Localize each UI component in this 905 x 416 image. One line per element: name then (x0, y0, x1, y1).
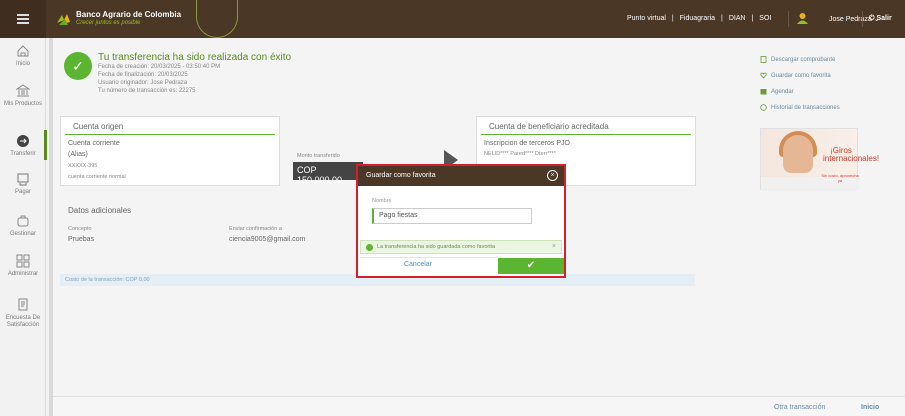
nav-link-punto-virtual[interactable]: Punto virtual (627, 15, 666, 22)
save-favorite-dialog: Guardar como favorita × Nombre Pago fies… (356, 164, 566, 278)
originator: Usuario originador: Jose Pedraza (98, 80, 188, 86)
heart-icon (760, 72, 767, 79)
home-link[interactable]: Inicio (861, 404, 879, 411)
sidebar-item-gestionar[interactable]: Gestionar (0, 214, 46, 238)
origin-account-type: Cuenta corriente (68, 140, 120, 147)
download-receipt-link[interactable]: Descargar comprobante (760, 56, 835, 63)
sidebar-item-pagar[interactable]: Pagar (0, 172, 46, 196)
sidebar-item-transferir[interactable]: Transferir (0, 134, 46, 158)
divider (788, 11, 789, 27)
admin-icon (16, 254, 30, 268)
nav-separator: | (751, 15, 754, 22)
promo-title: ¡Giros internacionales! (823, 146, 880, 163)
origin-description: cuenta corriente normal (68, 174, 126, 180)
created-date: Fecha de creación: 20/03/2025 - 03:50:40… (98, 64, 221, 70)
sidebar-item-mis-productos[interactable]: Mis Productos (0, 84, 46, 108)
calendar-icon (760, 89, 767, 95)
dialog-header: Guardar como favorita × (358, 166, 564, 186)
link-label: Historial de transacciones (771, 105, 840, 112)
save-favorite-link[interactable]: Guardar como favorita (760, 72, 831, 79)
divider (862, 11, 863, 27)
sidebar-item-label: Mis Productos (3, 101, 42, 107)
home-icon (17, 45, 29, 57)
confirm-label: Enviar confirmación a (229, 226, 282, 232)
transaction-number: Tu número de transacción es: 22275 (98, 88, 196, 94)
concept-label: Concepto (68, 226, 92, 232)
pay-icon (17, 173, 29, 186)
power-icon: ⏻ (869, 15, 875, 22)
beneficiary-line1: Inscripcion de terceros PJO (484, 140, 570, 147)
sidebar-item-label: Pagar (14, 189, 31, 195)
origin-alias: (Alias) (68, 151, 88, 158)
concept-value: Pruebas (68, 236, 95, 243)
check-circle-icon (366, 244, 373, 251)
name-label: Nombre (372, 198, 392, 204)
link-label: Guardar como favorita (771, 73, 831, 80)
beneficiary-title: Cuenta de beneficiario acreditada (481, 117, 691, 135)
link-label: Agendar (771, 89, 794, 96)
header-decoration (196, 0, 238, 38)
sidebar-item-label: Inicio (15, 61, 30, 67)
logout-label: Salir (876, 15, 892, 22)
history-icon (760, 104, 767, 111)
other-transaction-link[interactable]: Otra transacción (774, 404, 825, 411)
bank-logo-icon (57, 14, 70, 25)
header-nav: Punto virtual | Fiduagraria | DIAN | SOI (625, 15, 773, 22)
additional-title: Datos adicionales (68, 206, 132, 215)
sidebar-item-label: Administrar (7, 271, 39, 277)
logout-button[interactable]: ⏻ Salir (869, 15, 892, 23)
sidebar-item-label: Gestionar (9, 231, 36, 237)
origin-title: Cuenta origen (65, 117, 275, 135)
promo-banner[interactable]: ¡Giros internacionales! Sin costo, aprov… (760, 128, 880, 191)
sidebar-item-inicio[interactable]: Inicio (0, 44, 46, 68)
confirm-email: ciencia9005@gmail.com (229, 236, 306, 243)
divider (360, 257, 496, 258)
origin-account-number: XXXXX-395 (68, 163, 98, 169)
amount-label: Monto transferido (297, 153, 340, 159)
link-label: Descargar comprobante (771, 57, 836, 64)
nav-separator: | (721, 15, 723, 22)
sidebar-item-label: Transferir (10, 151, 36, 157)
finished-date: Fecha de finalización: 20/03/2025 (98, 72, 188, 78)
user-avatar-icon (797, 13, 808, 24)
brand-subtitle: Crecer juntos es posible (76, 20, 141, 26)
nav-link-dian[interactable]: DIAN (729, 15, 746, 22)
bank-icon (16, 84, 30, 97)
dialog-title: Guardar como favorita (366, 172, 436, 179)
menu-icon (17, 18, 29, 20)
sidebar-item-label: Encuesta De Satisfacción (5, 315, 41, 328)
notice-text: La transferencia ha sido guardada como f… (377, 244, 496, 250)
schedule-link[interactable]: Agendar (760, 88, 794, 95)
cancel-button[interactable]: Cancelar (388, 261, 448, 268)
confirm-button[interactable]: ✔ (498, 258, 564, 274)
nav-link-fiduagraria[interactable]: Fiduagraria (680, 15, 715, 22)
success-notice: La transferencia ha sido guardada como f… (360, 240, 562, 254)
sidebar-item-encuesta[interactable]: Encuesta De Satisfacción (0, 298, 46, 329)
close-icon[interactable]: × (547, 170, 558, 181)
amount-value: COP 150.000,00 (293, 162, 363, 185)
nav-separator: | (671, 15, 674, 22)
hamburger-menu-button[interactable] (0, 0, 46, 38)
history-link[interactable]: Historial de transacciones (760, 104, 840, 111)
notice-close-icon[interactable]: × (552, 243, 556, 250)
user-name: Jose Pedraza (829, 16, 872, 23)
sidebar-item-administrar[interactable]: Administrar (0, 254, 46, 278)
manage-icon (17, 215, 29, 227)
promo-subtitle: Sin costo, aprovecha ya (821, 173, 859, 183)
success-title: Tu transferencia ha sido realizada con é… (98, 52, 292, 63)
transfer-icon (17, 135, 29, 147)
download-icon (760, 56, 767, 63)
survey-icon (18, 298, 28, 311)
success-check-icon: ✓ (64, 52, 92, 80)
beneficiary-line2: NELID**** Pared**** Dterr**** (484, 151, 556, 157)
top-bar: Banco Agrario de Colombia Crecer juntos … (0, 0, 905, 38)
promo-person-face (783, 135, 813, 173)
nav-link-soi[interactable]: SOI (759, 15, 771, 22)
favorite-name-input[interactable]: Pago fiestas (372, 208, 532, 224)
brand-title: Banco Agrario de Colombia (76, 10, 182, 19)
